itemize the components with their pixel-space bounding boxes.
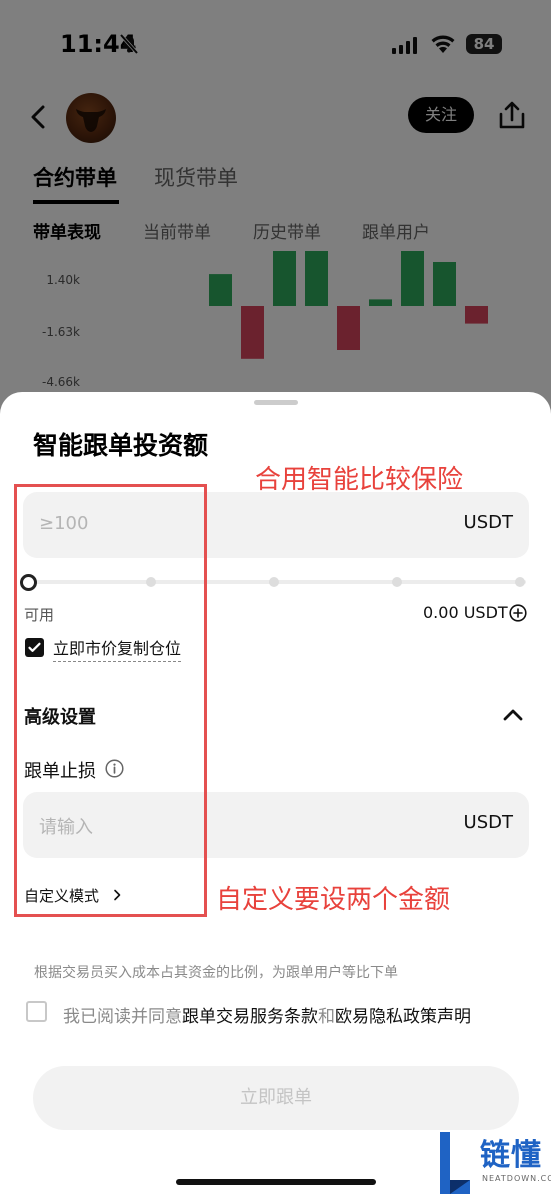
stop-loss-unit: USDT bbox=[463, 812, 513, 833]
annotation-note-smart: 合用智能比较保险 bbox=[255, 465, 464, 495]
slider-tick bbox=[269, 577, 279, 587]
watermark: 链懂 NEATDOWN.COM bbox=[436, 1130, 551, 1200]
watermark-text: 链懂 bbox=[480, 1138, 542, 1173]
copy-now-button[interactable]: 立即跟单 bbox=[33, 1066, 519, 1130]
annotation-note-custom: 自定义要设两个金额 bbox=[216, 885, 451, 915]
add-funds-icon[interactable] bbox=[509, 604, 527, 622]
watermark-logo-icon bbox=[440, 1132, 470, 1194]
annotation-highlight-box bbox=[14, 484, 207, 917]
slider-tick bbox=[392, 577, 402, 587]
agree-terms-checkbox[interactable] bbox=[26, 1001, 47, 1022]
watermark-subtext: NEATDOWN.COM bbox=[482, 1174, 551, 1183]
home-indicator bbox=[176, 1179, 376, 1185]
sheet-title: 智能跟单投资额 bbox=[33, 431, 209, 460]
amount-unit: USDT bbox=[463, 512, 513, 533]
agree-prefix: 我已阅读并同意 bbox=[63, 1007, 182, 1027]
slider-tick bbox=[515, 577, 525, 587]
ratio-note: 根据交易员买入成本占其资金的比例，为跟单用户等比下单 bbox=[34, 965, 398, 981]
agree-and: 和 bbox=[318, 1007, 335, 1027]
agree-terms-text: 我已阅读并同意跟单交易服务条款和欧易隐私政策声明 bbox=[63, 1002, 471, 1027]
sheet-grabber[interactable] bbox=[254, 400, 298, 405]
chevron-up-icon[interactable] bbox=[502, 706, 524, 722]
privacy-policy-link[interactable]: 欧易隐私政策声明 bbox=[335, 1007, 471, 1027]
copy-trading-terms-link[interactable]: 跟单交易服务条款 bbox=[182, 1007, 318, 1027]
available-value: 0.00 USDT bbox=[423, 603, 508, 622]
